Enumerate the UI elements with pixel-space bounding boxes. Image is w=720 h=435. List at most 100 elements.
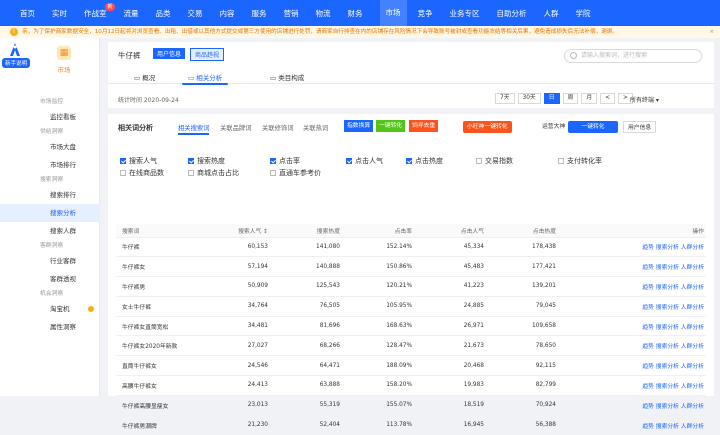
- checkbox-box[interactable]: [188, 170, 194, 176]
- tab-1[interactable]: ▭ 相关分析: [182, 72, 229, 85]
- metric-checkbox[interactable]: 直通车参考价: [270, 168, 321, 178]
- nav-item-6[interactable]: 内容: [220, 8, 235, 19]
- sidebar-item[interactable]: 属性洞察: [0, 318, 100, 336]
- date-button[interactable]: <: [600, 93, 615, 104]
- sidebar-item[interactable]: 市场排行: [0, 156, 100, 174]
- metric-checkbox[interactable]: 搜索人气: [120, 156, 157, 166]
- row-actions[interactable]: 趋势 搜索分析 人群分析: [566, 276, 706, 297]
- table-row: 牛仔裤 60,153 141,080 152.14% 45,334 178,438 趋势 搜…: [116, 236, 706, 257]
- sidebar-item[interactable]: 客群透视: [0, 270, 100, 288]
- checkbox-box[interactable]: [270, 170, 276, 176]
- row-actions[interactable]: 趋势 搜索分析 人群分析: [566, 335, 706, 356]
- tab-0[interactable]: ▭ 概况: [134, 72, 155, 82]
- nav-item-0[interactable]: 首页: [20, 8, 35, 19]
- row-actions[interactable]: 趋势 搜索分析 人群分析: [566, 295, 706, 317]
- user-info-tag[interactable]: 用户信息: [153, 48, 186, 59]
- date-button[interactable]: 日: [543, 93, 560, 104]
- row-actions[interactable]: 趋势 搜索分析 人群分析: [566, 375, 706, 396]
- date-button[interactable]: 月: [581, 93, 598, 104]
- close-icon[interactable]: ×: [709, 26, 714, 38]
- checkbox-box[interactable]: [120, 170, 126, 176]
- subtab-3[interactable]: 关联热词: [303, 123, 328, 132]
- row-actions[interactable]: 趋势 搜索分析 人群分析: [566, 315, 706, 336]
- table-cell: 50,909: [206, 276, 278, 297]
- table-cell: 牛仔裤女直筒宽松: [116, 315, 206, 336]
- checkbox-box[interactable]: [476, 158, 482, 164]
- chip-1[interactable]: 一键转化: [376, 120, 406, 132]
- sidebar-item[interactable]: 搜索分析: [0, 204, 100, 222]
- row-actions[interactable]: 趋势 搜索分析 人群分析: [566, 355, 706, 376]
- metric-checkbox[interactable]: 在线商品数: [120, 168, 164, 178]
- goods-tag[interactable]: 商品趋视: [190, 48, 225, 61]
- table-cell: 直筒牛仔裤女: [116, 355, 206, 376]
- user-info-button[interactable]: 用户信息: [623, 121, 657, 133]
- checkbox-box[interactable]: [270, 158, 276, 164]
- date-button[interactable]: 30天: [517, 93, 541, 104]
- table-row: 牛仔裤女直筒宽松 34,481 81,696 168.63% 26,971 109,658…: [116, 315, 706, 336]
- table-cell: 177,421: [494, 256, 566, 277]
- subtab-1[interactable]: 关联品牌词: [220, 123, 251, 132]
- chip-2[interactable]: 饲寻去重: [409, 120, 439, 132]
- sidebar-item[interactable]: 行业客群: [0, 252, 100, 270]
- nav-item-7[interactable]: 服务: [252, 8, 267, 19]
- table-cell: 41,223: [422, 276, 494, 297]
- metric-checkbox[interactable]: 点击人气: [346, 156, 383, 166]
- nav-item-5[interactable]: 交易: [188, 8, 203, 19]
- table-cell: 68,266: [278, 335, 350, 356]
- guide-tag[interactable]: 新手说明: [2, 58, 31, 68]
- nav-item-13[interactable]: 业务专区: [450, 8, 480, 19]
- nav-item-12[interactable]: 竞争: [418, 8, 433, 19]
- row-actions[interactable]: 趋势 搜索分析 人群分析: [566, 256, 706, 277]
- date-button[interactable]: 7天: [495, 93, 515, 104]
- checkbox-box[interactable]: [406, 158, 412, 164]
- subtab-2[interactable]: 关联修饰词: [262, 123, 293, 132]
- sidebar-item[interactable]: 淘宝机: [0, 300, 100, 318]
- row-actions[interactable]: 趋势 搜索分析 人群分析: [566, 236, 706, 257]
- table-cell: 55,319: [278, 394, 350, 416]
- nav-item-3[interactable]: 流量: [124, 8, 139, 19]
- nav-item-4[interactable]: 品类: [156, 8, 171, 19]
- table-cell: 140,888: [278, 256, 350, 277]
- table-cell: 70,924: [494, 394, 566, 416]
- sidebar-item[interactable]: 搜索人群: [0, 222, 100, 240]
- checkbox-box[interactable]: [188, 158, 194, 164]
- status-dot-icon: [88, 306, 94, 312]
- sidebar-item[interactable]: 搜索排行: [0, 186, 100, 204]
- one-click-convert-button[interactable]: 一键转化: [568, 121, 618, 133]
- sidebar-item[interactable]: 市场大盘: [0, 138, 100, 156]
- header-card: 牛仔裤 用户信息 商品趋视 请输入搜索词，进行搜索 ▭ 概况 ▭ 相关分析 ▭ 类目…: [108, 42, 714, 108]
- nav-item-1[interactable]: 实时: [52, 8, 67, 19]
- nav-item-9[interactable]: 物流: [316, 8, 331, 19]
- tab-2[interactable]: ▭ 类目构成: [270, 72, 304, 82]
- nav-item-14[interactable]: 自助分析: [497, 8, 527, 19]
- notice-bar: ! 亲，为了保护商家数据安全，10月12日起将对浏览查看、出租、出借或以其他方式…: [0, 26, 720, 38]
- nav-item-16[interactable]: 学院: [576, 8, 591, 19]
- sidebar-section-header: 供给洞察: [40, 129, 64, 135]
- module-market[interactable]: ▦ 市场: [52, 46, 76, 74]
- chip-0[interactable]: 指数换算: [344, 120, 374, 132]
- subtab-0[interactable]: 相关搜索词: [178, 123, 210, 135]
- sidebar-item[interactable]: 监控看板: [0, 108, 100, 126]
- nav-item-15[interactable]: 人群: [544, 8, 559, 19]
- checkbox-box[interactable]: [120, 158, 126, 164]
- row-actions[interactable]: 趋势 搜索分析 人群分析: [566, 394, 706, 416]
- xiaowang-convert-button[interactable]: 小旺神一键转化: [463, 121, 512, 133]
- nav-item-8[interactable]: 营销: [284, 8, 299, 19]
- metric-checkbox[interactable]: 支付转化率: [558, 156, 602, 166]
- metric-checkbox[interactable]: 点击热度: [406, 156, 443, 166]
- checkbox-box[interactable]: [346, 158, 352, 164]
- column-header: 搜索热度: [278, 224, 350, 237]
- nav-item-10[interactable]: 财务: [348, 8, 363, 19]
- search-input[interactable]: 请输入搜索词，进行搜索: [564, 49, 702, 63]
- metric-checkbox[interactable]: 搜索热度: [188, 156, 225, 166]
- table-cell: 18,519: [422, 394, 494, 416]
- row-actions[interactable]: 趋势 搜索分析 人群分析: [566, 414, 706, 435]
- metric-checkbox[interactable]: 点击率: [270, 156, 300, 166]
- checkbox-box[interactable]: [558, 158, 564, 164]
- metric-checkbox[interactable]: 商城点击占比: [188, 168, 239, 178]
- metric-checkbox[interactable]: 交易指数: [476, 156, 513, 166]
- date-button[interactable]: 周: [562, 93, 579, 104]
- terminal-select[interactable]: 所有终端 ▾: [630, 95, 659, 104]
- nav-item-2[interactable]: 作战室新: [84, 2, 115, 19]
- nav-item-11[interactable]: 市场: [379, 0, 407, 26]
